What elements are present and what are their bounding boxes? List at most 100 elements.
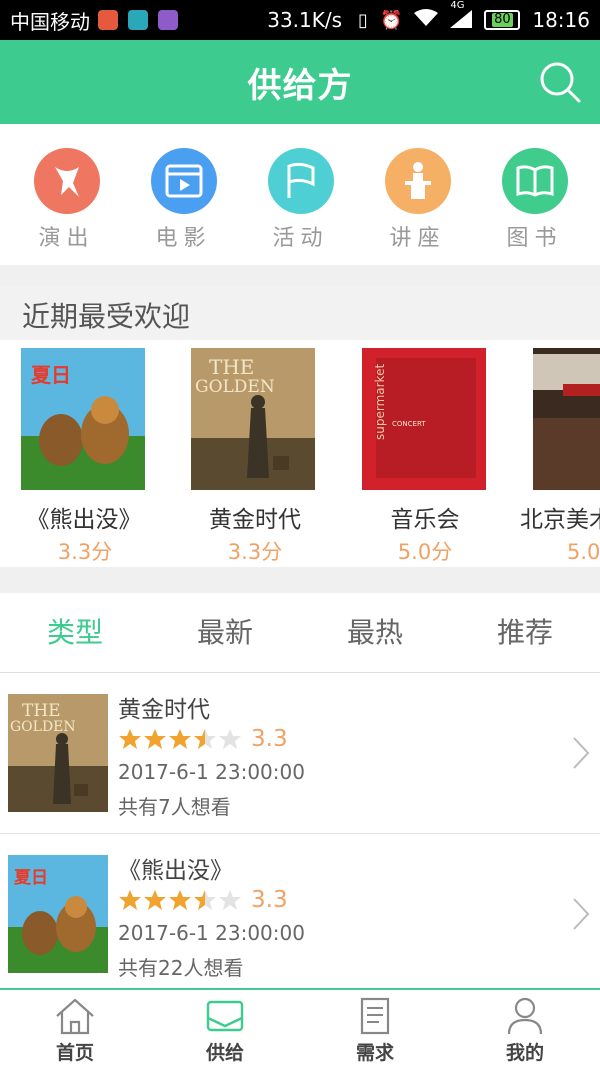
search-icon[interactable] [538,60,582,104]
star-full-icon [169,890,191,910]
svg-text:GOLDEN: GOLDEN [195,377,275,397]
nav-profile[interactable]: 我的 [450,990,600,1067]
star-half-icon [194,729,216,749]
star-full-icon [119,729,141,749]
poster-image: 夏日 [21,348,145,490]
star-empty-icon [219,729,241,749]
item-thumbnail: THE GOLDEN [8,694,108,812]
star-rating: 3.3 [118,726,288,752]
poster-image [533,348,600,490]
film-icon [150,148,217,214]
popular-section: 近期最受欢迎 夏日 《熊出没》 3.3分 THE GOLDEN 黄金时代 3.3… [0,285,600,567]
list-item[interactable]: THE GOLDEN 黄金时代 3.3 2017-6-1 23:00:00 共有… [0,674,600,834]
nav-label: 供给 [205,1042,244,1064]
popular-item-title: 黄金时代 [209,507,301,533]
demand-icon [360,997,390,1035]
popular-item[interactable]: THE GOLDEN 黄金时代 3.3分 [170,340,340,567]
alarm-icon: ⏰ [379,9,403,31]
svg-text:CONCERT: CONCERT [392,420,426,428]
notification-android-icon [128,10,148,30]
category-bar: 演出 电影 活动 讲座 图书 [0,124,600,265]
svg-text:THE: THE [22,701,61,721]
category-label: 讲座 [389,226,446,251]
star-rating: 3.3 [118,887,288,913]
chevron-right-icon [573,898,590,930]
battery-icon: 80 [484,10,521,30]
svg-text:supermarket: supermarket [373,364,387,440]
tab-recommended[interactable]: 推荐 [450,593,600,672]
category-label: 演出 [38,226,95,251]
star-empty-icon [219,890,241,910]
star-full-icon [144,890,166,910]
nav-home[interactable]: 首页 [0,990,150,1067]
star-full-icon [119,890,141,910]
page-title: 供给方 [247,65,353,106]
popular-title: 近期最受欢迎 [22,300,191,333]
notification-app-icon [98,10,118,30]
svg-text:THE: THE [209,355,254,379]
item-title: 《熊出没》 [118,858,233,884]
chevron-right-icon [573,737,590,769]
item-rating: 3.3 [251,887,288,913]
svg-text:夏日: 夏日 [14,868,48,888]
network-speed: 33.1K/s [267,8,343,32]
category-activity[interactable]: 活动 [242,124,359,265]
poster-image: THE GOLDEN [191,348,315,490]
star-half-icon [194,890,216,910]
list-item[interactable]: 夏日 《熊出没》 3.3 2017-6-1 23:00:00 共有22人想看 [0,835,600,995]
nav-label: 需求 [355,1042,394,1064]
nav-label: 我的 [505,1042,544,1064]
svg-text:GOLDEN: GOLDEN [10,719,76,735]
popular-item-score: 5.0分 [397,540,453,564]
section-divider [0,265,600,285]
bottom-nav: 首页 供给 需求 我的 [0,988,600,1067]
nav-demand[interactable]: 需求 [300,990,450,1067]
star-full-icon [169,729,191,749]
item-date: 2017-6-1 23:00:00 [118,921,305,945]
svg-text:夏日: 夏日 [31,363,71,387]
category-label: 图书 [506,226,563,251]
popular-item-score: 3.3分 [227,540,283,564]
item-rating: 3.3 [251,726,288,752]
home-icon [56,998,94,1035]
item-want-count: 共有7人想看 [118,795,231,819]
popular-item[interactable]: 北京美术 5.0分 [510,340,600,567]
signal-icon: 4G [450,0,473,31]
vibrate-icon: ▯ [358,9,368,31]
app-header: 供给方 [0,40,600,124]
nav-supply[interactable]: 供给 [150,990,300,1067]
tab-latest[interactable]: 最新 [150,593,300,672]
category-film[interactable]: 电影 [125,124,242,265]
popular-item[interactable]: supermarket CONCERT 音乐会 5.0分 [340,340,510,567]
popular-item-score: 3.3分 [57,540,113,564]
item-title: 黄金时代 [118,697,210,723]
tab-hottest[interactable]: 最热 [300,593,450,672]
poster-image: supermarket CONCERT [362,348,486,490]
status-bar: 中国移动 33.1K/s ▯ ⏰ 4G 80 18:16 [0,0,600,40]
category-label: 活动 [272,226,329,251]
category-performance[interactable]: 演出 [8,124,125,265]
podium-icon [384,148,451,214]
item-want-count: 共有22人想看 [118,956,244,980]
popular-item-title: 《熊出没》 [26,507,142,533]
popular-item-title: 音乐会 [390,507,460,533]
category-book[interactable]: 图书 [476,124,593,265]
item-thumbnail: 夏日 [8,855,108,973]
filter-tabs: 类型 最新 最热 推荐 [0,593,600,673]
wifi-icon [414,8,439,32]
category-label: 电影 [155,226,212,251]
popular-carousel[interactable]: 夏日 《熊出没》 3.3分 THE GOLDEN 黄金时代 3.3分 super… [0,340,600,567]
category-lecture[interactable]: 讲座 [359,124,476,265]
star-full-icon [144,729,166,749]
book-icon [501,148,568,214]
popular-item-title: 北京美术 [520,507,600,533]
popular-item-score: 5.0分 [567,540,600,564]
flag-icon [267,148,334,214]
clock: 18:16 [532,8,590,32]
profile-icon [507,997,543,1035]
performance-icon [33,148,100,214]
item-date: 2017-6-1 23:00:00 [118,760,305,784]
tab-type[interactable]: 类型 [0,593,150,672]
popular-item[interactable]: 夏日 《熊出没》 3.3分 [0,340,170,567]
notification-gallery-icon [158,10,178,30]
